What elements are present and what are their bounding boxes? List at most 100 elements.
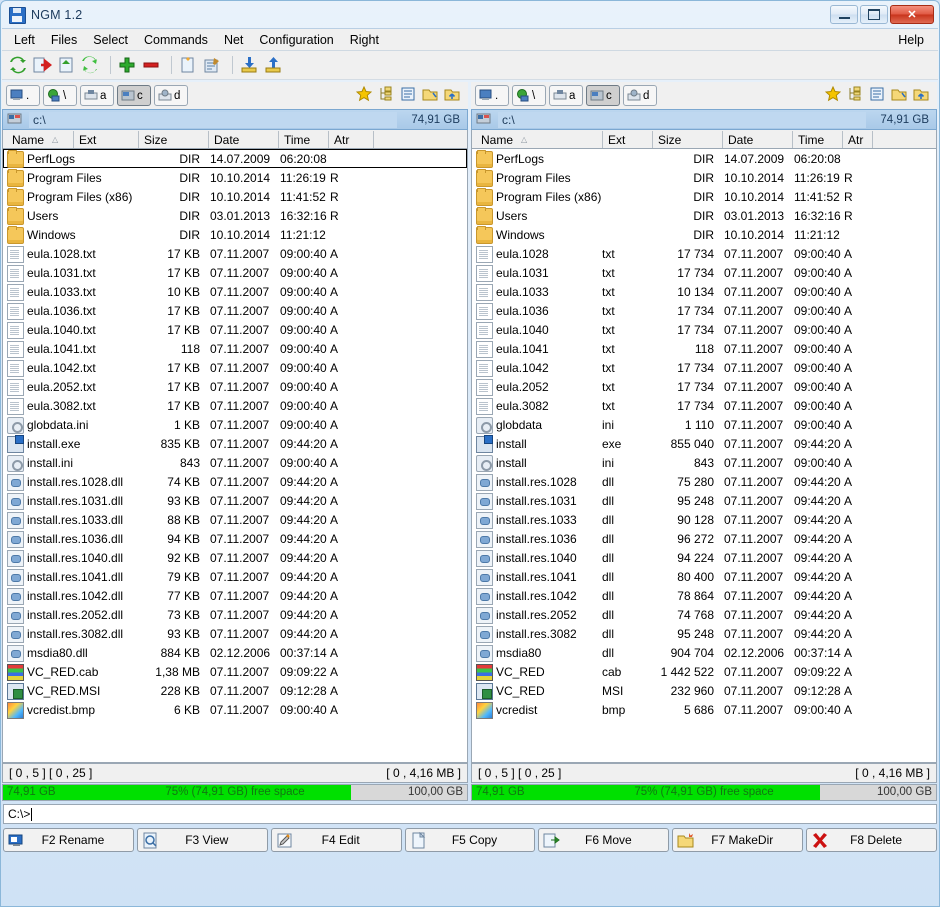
list-view-icon[interactable] <box>869 86 885 105</box>
list-view-icon[interactable] <box>400 86 416 105</box>
favorites-star-icon[interactable] <box>824 85 842 105</box>
export-icon[interactable] <box>32 55 53 75</box>
table-row[interactable]: eula.1041 txt 118 07.11.2007 09:00:40 A <box>472 339 936 358</box>
left-drive-a-button[interactable]: a <box>80 85 114 106</box>
table-row[interactable]: PerfLogs DIR 14.07.2009 06:20:08 <box>3 149 467 168</box>
table-row[interactable]: install.res.1033 dll 90 128 07.11.2007 09:44… <box>472 510 936 529</box>
menu-left[interactable]: Left <box>6 31 43 49</box>
menu-files[interactable]: Files <box>43 31 85 49</box>
right-drive-c-button[interactable]: c <box>586 85 620 106</box>
table-row[interactable]: eula.1033 txt 10 134 07.11.2007 09:00:40 A <box>472 282 936 301</box>
table-row[interactable]: eula.3082.txt 17 KB 07.11.2007 09:00:40 A <box>3 396 467 415</box>
table-row[interactable]: Users DIR 03.01.2013 16:32:16 R <box>3 206 467 225</box>
function-key-f2[interactable]: F2 Rename <box>3 828 134 852</box>
right-col-ext[interactable]: Ext <box>602 131 652 148</box>
table-row[interactable]: install ini 843 07.11.2007 09:00:40 A <box>472 453 936 472</box>
edit-properties-icon[interactable] <box>202 55 222 75</box>
copy-to-icon[interactable] <box>56 55 76 75</box>
left-path-bar[interactable]: c:\ 74,91 GB <box>2 109 468 130</box>
left-drive-c-button[interactable]: c <box>117 85 151 106</box>
table-row[interactable]: msdia80 dll 904 704 02.12.2006 00:37:14 A <box>472 643 936 662</box>
table-row[interactable]: eula.1036 txt 17 734 07.11.2007 09:00:40 A <box>472 301 936 320</box>
refresh-icon[interactable] <box>8 55 28 75</box>
right-drive-network-button[interactable]: \ <box>512 85 546 106</box>
table-row[interactable]: install.res.1028.dll 74 KB 07.11.2007 09:44… <box>3 472 467 491</box>
table-row[interactable]: install exe 855 040 07.11.2007 09:44:20 A <box>472 434 936 453</box>
upload-icon[interactable] <box>263 55 283 75</box>
right-file-list[interactable]: PerfLogs DIR 14.07.2009 06:20:08 Program Fil… <box>471 149 937 763</box>
table-row[interactable]: eula.1042.txt 17 KB 07.11.2007 09:00:40 A <box>3 358 467 377</box>
table-row[interactable]: install.res.1033.dll 88 KB 07.11.2007 09:44… <box>3 510 467 529</box>
open-folder-icon[interactable] <box>422 86 438 105</box>
menu-configuration[interactable]: Configuration <box>251 31 341 49</box>
table-row[interactable]: install.res.1042 dll 78 864 07.11.2007 09:44… <box>472 586 936 605</box>
close-button[interactable]: ✕ <box>890 5 934 24</box>
right-col-name[interactable]: Name △ <box>476 131 602 148</box>
table-row[interactable]: Program Files (x86) DIR 10.10.2014 11:41:52… <box>3 187 467 206</box>
table-row[interactable]: install.res.1028 dll 75 280 07.11.2007 09:44… <box>472 472 936 491</box>
open-folder-icon[interactable] <box>891 86 907 105</box>
table-row[interactable]: install.res.2052 dll 74 768 07.11.2007 09:44… <box>472 605 936 624</box>
left-col-atr[interactable]: Atr <box>328 131 373 148</box>
table-row[interactable]: eula.1031 txt 17 734 07.11.2007 09:00:40 A <box>472 263 936 282</box>
function-key-f6[interactable]: F6 Move <box>538 828 670 852</box>
table-row[interactable]: Windows DIR 10.10.2014 11:21:12 <box>3 225 467 244</box>
right-col-time[interactable]: Time <box>792 131 842 148</box>
table-row[interactable]: eula.1040.txt 17 KB 07.11.2007 09:00:40 A <box>3 320 467 339</box>
table-row[interactable]: Windows DIR 10.10.2014 11:21:12 <box>472 225 936 244</box>
menu-commands[interactable]: Commands <box>136 31 216 49</box>
left-col-size[interactable]: Size <box>138 131 208 148</box>
table-row[interactable]: eula.1036.txt 17 KB 07.11.2007 09:00:40 A <box>3 301 467 320</box>
table-row[interactable]: eula.1042 txt 17 734 07.11.2007 09:00:40 A <box>472 358 936 377</box>
table-row[interactable]: Program Files DIR 10.10.2014 11:26:19 R <box>472 168 936 187</box>
function-key-f3[interactable]: F3 View <box>136 828 268 852</box>
right-drive-mycomputer-button[interactable]: . <box>475 85 509 106</box>
command-line[interactable]: C:\> <box>3 804 937 824</box>
menu-right[interactable]: Right <box>342 31 387 49</box>
table-row[interactable]: install.res.3082 dll 95 248 07.11.2007 09:44… <box>472 624 936 643</box>
remove-icon[interactable] <box>141 55 161 75</box>
left-col-date[interactable]: Date <box>208 131 278 148</box>
right-col-date[interactable]: Date <box>722 131 792 148</box>
table-row[interactable]: eula.1033.txt 10 KB 07.11.2007 09:00:40 A <box>3 282 467 301</box>
table-row[interactable]: install.res.1041 dll 80 400 07.11.2007 09:44… <box>472 567 936 586</box>
table-row[interactable]: globdata.ini 1 KB 07.11.2007 09:00:40 A <box>3 415 467 434</box>
table-row[interactable]: install.res.1036 dll 96 272 07.11.2007 09:44… <box>472 529 936 548</box>
left-col-name[interactable]: Name △ <box>7 131 73 148</box>
table-row[interactable]: eula.2052 txt 17 734 07.11.2007 09:00:40 A <box>472 377 936 396</box>
sync-icon[interactable] <box>80 55 100 75</box>
right-drive-d-button[interactable]: d <box>623 85 657 106</box>
right-path-bar[interactable]: c:\ 74,91 GB <box>471 109 937 130</box>
table-row[interactable]: install.res.2052.dll 73 KB 07.11.2007 09:44… <box>3 605 467 624</box>
table-row[interactable]: eula.1028 txt 17 734 07.11.2007 09:00:40 A <box>472 244 936 263</box>
left-drive-mycomputer-button[interactable]: . <box>6 85 40 106</box>
menu-select[interactable]: Select <box>85 31 136 49</box>
menu-net[interactable]: Net <box>216 31 251 49</box>
parent-folder-icon[interactable] <box>913 86 929 105</box>
left-drive-network-button[interactable]: \ <box>43 85 77 106</box>
tree-icon[interactable] <box>378 86 394 105</box>
table-row[interactable]: eula.1041.txt 118 07.11.2007 09:00:40 A <box>3 339 467 358</box>
table-row[interactable]: install.res.1040 dll 94 224 07.11.2007 09:44… <box>472 548 936 567</box>
table-row[interactable]: Program Files DIR 10.10.2014 11:26:19 R <box>3 168 467 187</box>
table-row[interactable]: eula.1040 txt 17 734 07.11.2007 09:00:40 A <box>472 320 936 339</box>
right-drive-a-button[interactable]: a <box>549 85 583 106</box>
table-row[interactable]: vcredist bmp 5 686 07.11.2007 09:00:40 A <box>472 700 936 719</box>
left-drive-d-button[interactable]: d <box>154 85 188 106</box>
table-row[interactable]: eula.2052.txt 17 KB 07.11.2007 09:00:40 A <box>3 377 467 396</box>
menu-help[interactable]: Help <box>890 31 932 49</box>
table-row[interactable]: msdia80.dll 884 KB 02.12.2006 00:37:14 A <box>3 643 467 662</box>
add-icon[interactable] <box>117 55 137 75</box>
function-key-f8[interactable]: F8 Delete <box>806 828 938 852</box>
function-key-f5[interactable]: F5 Copy <box>404 828 536 852</box>
table-row[interactable]: VC_RED MSI 232 960 07.11.2007 09:12:28 A <box>472 681 936 700</box>
right-col-size[interactable]: Size <box>652 131 722 148</box>
table-row[interactable]: VC_RED.cab 1,38 MB 07.11.2007 09:09:22 A <box>3 662 467 681</box>
table-row[interactable]: install.res.1041.dll 79 KB 07.11.2007 09:44… <box>3 567 467 586</box>
table-row[interactable]: install.res.1031.dll 93 KB 07.11.2007 09:44… <box>3 491 467 510</box>
download-icon[interactable] <box>239 55 259 75</box>
table-row[interactable]: install.res.3082.dll 93 KB 07.11.2007 09:44… <box>3 624 467 643</box>
table-row[interactable]: Program Files (x86) DIR 10.10.2014 11:41:52… <box>472 187 936 206</box>
table-row[interactable]: eula.1031.txt 17 KB 07.11.2007 09:00:40 A <box>3 263 467 282</box>
left-col-ext[interactable]: Ext <box>73 131 138 148</box>
